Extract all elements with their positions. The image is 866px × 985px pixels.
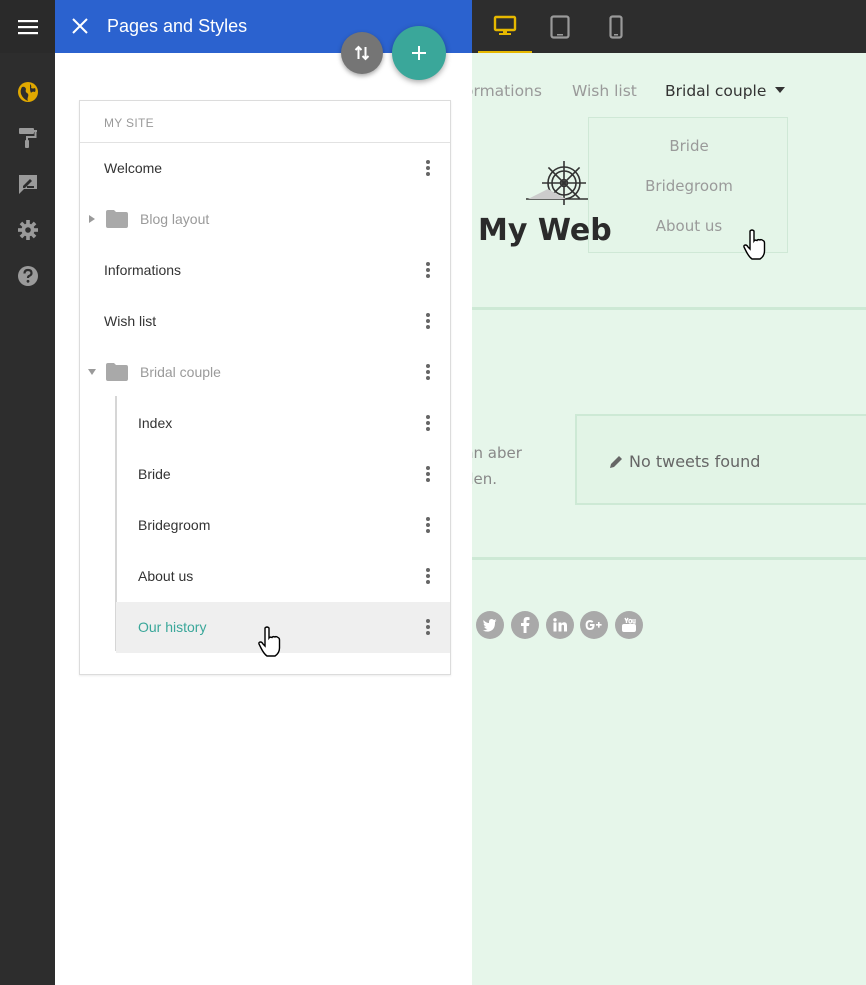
left-toolbar xyxy=(0,0,55,985)
site-pages-card: MY SITE Welcome Blog layout Informations… xyxy=(79,100,451,675)
caret-down-icon[interactable] xyxy=(88,368,96,376)
nav-item-bridal-couple[interactable]: Bridal couple xyxy=(665,82,786,100)
hand-cursor-icon xyxy=(258,626,281,657)
more-options-button[interactable] xyxy=(418,514,438,536)
youtube-icon[interactable] xyxy=(615,611,643,639)
desktop-icon xyxy=(493,15,517,35)
folder-item-blog-layout[interactable]: Blog layout xyxy=(80,194,450,245)
more-options-button[interactable] xyxy=(418,412,438,434)
more-options-button[interactable] xyxy=(418,310,438,332)
nav-item-informations[interactable]: ormations xyxy=(472,82,542,100)
twitter-icon[interactable] xyxy=(476,611,504,639)
site-section-header: MY SITE xyxy=(80,101,450,143)
website-preview: ormations Wish list Bridal couple Bride … xyxy=(472,53,866,985)
page-item-bridegroom[interactable]: Bridegroom xyxy=(80,500,450,551)
page-label: Bridegroom xyxy=(138,517,211,533)
page-item-about-us[interactable]: About us xyxy=(80,551,450,602)
more-options-button[interactable] xyxy=(418,565,438,587)
menu-icon xyxy=(17,19,38,34)
divider xyxy=(472,307,866,310)
paint-roller-icon[interactable] xyxy=(14,124,42,152)
page-item-welcome[interactable]: Welcome xyxy=(80,143,450,194)
caret-down-icon xyxy=(775,87,786,93)
sort-arrows-icon xyxy=(354,45,370,61)
more-options-button[interactable] xyxy=(418,157,438,179)
dropdown-item-bride[interactable]: Bride xyxy=(589,137,789,155)
page-label: Our history xyxy=(138,619,207,635)
page-item-bride[interactable]: Bride xyxy=(80,449,450,500)
gear-icon[interactable] xyxy=(14,216,42,244)
twitter-feed-box: No tweets found xyxy=(575,414,866,505)
no-tweets-text: No tweets found xyxy=(629,452,761,471)
pencil-icon xyxy=(610,456,622,468)
more-options-button[interactable] xyxy=(418,259,438,281)
add-page-button[interactable] xyxy=(392,26,446,80)
page-label: Index xyxy=(138,415,173,431)
help-icon[interactable] xyxy=(14,262,42,290)
desktop-view-button[interactable] xyxy=(478,0,532,53)
divider xyxy=(472,557,866,560)
more-options-button[interactable] xyxy=(418,616,438,638)
page-item-index[interactable]: Index xyxy=(80,398,450,449)
dropdown-item-bridegroom[interactable]: Bridegroom xyxy=(589,177,789,195)
panel-title: Pages and Styles xyxy=(107,16,248,36)
globe-icon[interactable] xyxy=(14,78,42,106)
body-text-line: den. xyxy=(472,470,498,488)
page-item-our-history[interactable]: Our history xyxy=(116,602,450,653)
edit-text-icon[interactable] xyxy=(14,170,42,198)
device-toolbar xyxy=(472,0,866,53)
folder-icon xyxy=(106,363,128,381)
close-panel-button[interactable] xyxy=(67,13,93,39)
ship-wheel-logo xyxy=(526,161,592,205)
caret-right-icon[interactable] xyxy=(88,215,96,223)
folder-label: Bridal couple xyxy=(140,364,221,380)
hand-cursor-icon xyxy=(743,229,766,260)
mobile-view-button[interactable] xyxy=(589,0,643,53)
folder-icon xyxy=(106,210,128,228)
tablet-icon xyxy=(550,14,570,39)
page-label: Informations xyxy=(104,262,182,278)
page-label: Welcome xyxy=(104,160,163,176)
page-item-wish-list[interactable]: Wish list xyxy=(80,296,450,347)
hamburger-menu-button[interactable] xyxy=(0,0,55,53)
reorder-pages-button[interactable] xyxy=(341,32,383,74)
page-label: About us xyxy=(138,568,194,584)
more-options-button[interactable] xyxy=(418,361,438,383)
page-label: Wish list xyxy=(104,313,157,329)
folder-label: Blog layout xyxy=(140,211,210,227)
more-options-button[interactable] xyxy=(418,463,438,485)
section-title: MY SITE xyxy=(104,116,154,130)
smartphone-icon xyxy=(609,14,623,39)
google-plus-icon[interactable] xyxy=(580,611,608,639)
linkedin-icon[interactable] xyxy=(546,611,574,639)
nav-item-label: Bridal couple xyxy=(665,82,767,100)
plus-icon xyxy=(412,46,426,60)
site-title: My Web xyxy=(478,213,612,248)
pages-and-styles-panel: Pages and Styles MY SITE Welcome Blog la… xyxy=(55,0,472,985)
folder-item-bridal-couple[interactable]: Bridal couple xyxy=(80,347,450,398)
page-label: Bride xyxy=(138,466,171,482)
page-item-informations[interactable]: Informations xyxy=(80,245,450,296)
nav-item-wish-list[interactable]: Wish list xyxy=(572,82,637,100)
facebook-icon[interactable] xyxy=(511,611,539,639)
close-icon xyxy=(72,18,88,34)
tablet-view-button[interactable] xyxy=(533,0,587,53)
body-text-line: nn aber xyxy=(472,444,522,462)
